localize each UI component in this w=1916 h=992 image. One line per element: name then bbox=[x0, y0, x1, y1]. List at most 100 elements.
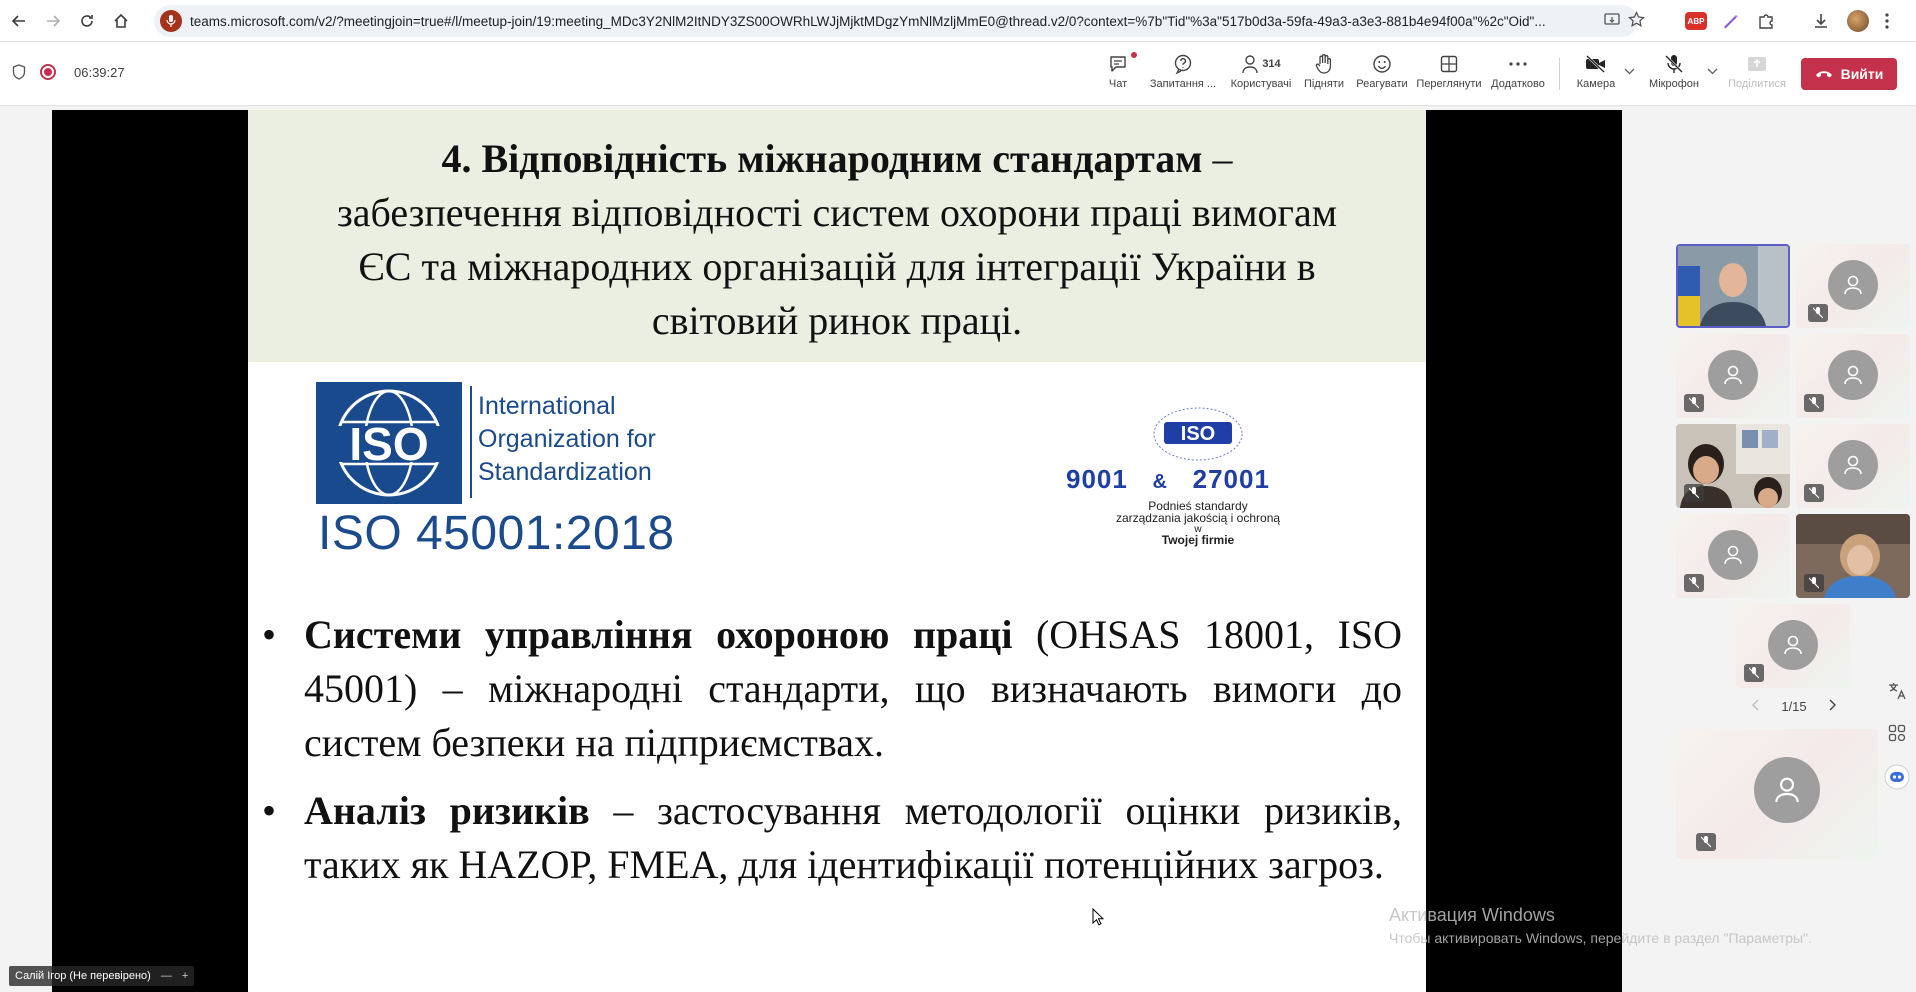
participant-tile[interactable] bbox=[1676, 424, 1790, 508]
apps-icon[interactable] bbox=[1882, 718, 1912, 748]
slide-title: 4. Відповідність міжнародним стандартам … bbox=[248, 110, 1426, 362]
reload-button[interactable] bbox=[70, 4, 104, 38]
iso-divider bbox=[470, 386, 472, 498]
questions-button[interactable]: Запитання ... bbox=[1146, 50, 1220, 100]
more-horizontal-icon bbox=[1509, 62, 1527, 66]
avatar bbox=[1828, 260, 1878, 310]
forward-button[interactable] bbox=[36, 4, 70, 38]
toolbar-divider bbox=[1559, 58, 1560, 90]
more-button[interactable]: Додатково bbox=[1490, 50, 1546, 100]
adblock-icon: ABP bbox=[1685, 12, 1707, 30]
install-app-icon[interactable] bbox=[1604, 13, 1620, 30]
reload-icon bbox=[81, 14, 93, 27]
view-button[interactable]: Переглянути bbox=[1416, 50, 1482, 100]
person-icon bbox=[1844, 365, 1862, 385]
react-label: Реагувати bbox=[1356, 78, 1408, 90]
camera-button[interactable]: Камера bbox=[1574, 50, 1618, 100]
address-bar[interactable]: teams.microsoft.com/v2/?meetingjoin=true… bbox=[154, 5, 1645, 37]
participant-video bbox=[1678, 246, 1788, 326]
pen-extension[interactable] bbox=[1721, 9, 1739, 33]
mic-options-chevron-icon[interactable] bbox=[1707, 66, 1718, 78]
people-button[interactable]: 314 Користувачі bbox=[1228, 50, 1294, 100]
participant-tile[interactable] bbox=[1796, 424, 1910, 508]
next-page-chevron-icon[interactable] bbox=[1828, 699, 1836, 714]
pen-icon bbox=[1724, 15, 1738, 29]
bullet-item: Аналіз ризиків – застосування методологі… bbox=[262, 784, 1402, 892]
profile-button[interactable] bbox=[1847, 9, 1869, 33]
back-button[interactable] bbox=[2, 4, 36, 38]
grid-view-icon bbox=[1440, 55, 1458, 73]
prev-page-chevron-icon[interactable] bbox=[1752, 699, 1760, 714]
minimize-icon[interactable]: — bbox=[161, 970, 172, 982]
slide-title-line3: ЄС та міжнародних організацій для інтегр… bbox=[358, 244, 1316, 289]
url-host: teams.microsoft.com bbox=[190, 13, 315, 29]
participant-tile[interactable] bbox=[1736, 604, 1850, 688]
home-icon bbox=[114, 13, 128, 28]
people-label: Користувачі bbox=[1230, 78, 1292, 90]
mic-off-icon bbox=[1804, 484, 1824, 502]
participant-tile-active-speaker[interactable] bbox=[1676, 244, 1790, 328]
extensions-button[interactable] bbox=[1757, 9, 1775, 33]
downloads-button[interactable] bbox=[1812, 9, 1830, 33]
mouse-cursor-icon bbox=[1092, 908, 1104, 926]
participant-tile[interactable] bbox=[1676, 334, 1790, 418]
chat-button[interactable]: Чат bbox=[1098, 50, 1138, 100]
person-icon bbox=[1844, 275, 1862, 295]
copilot-icon[interactable] bbox=[1882, 762, 1912, 792]
windows-activation-subtitle: Чтобы активировать Windows, перейдите в … bbox=[1389, 930, 1812, 946]
browser-menu-button[interactable] bbox=[1885, 9, 1889, 33]
presentation-slide: 4. Відповідність міжнародним стандартам … bbox=[248, 110, 1426, 992]
react-button[interactable]: Реагувати bbox=[1356, 50, 1408, 100]
chat-icon bbox=[1110, 56, 1126, 72]
avatar bbox=[1768, 620, 1818, 670]
kebab-menu-icon bbox=[1885, 13, 1889, 29]
mic-in-use-icon[interactable] bbox=[160, 10, 182, 32]
add-icon[interactable]: + bbox=[182, 970, 188, 982]
browser-toolbar: teams.microsoft.com/v2/?meetingjoin=true… bbox=[0, 0, 1916, 42]
person-icon bbox=[1844, 455, 1862, 475]
microphone-label: Мікрофон bbox=[1649, 78, 1699, 90]
camera-off-icon bbox=[1586, 55, 1605, 73]
avatar bbox=[1708, 350, 1758, 400]
person-icon bbox=[1242, 55, 1259, 74]
participant-tile[interactable] bbox=[1796, 514, 1910, 598]
home-button[interactable] bbox=[104, 4, 138, 38]
url-text[interactable]: teams.microsoft.com/v2/?meetingjoin=true… bbox=[190, 14, 1590, 29]
recording-icon bbox=[40, 64, 56, 80]
adblock-extension[interactable]: ABP bbox=[1685, 9, 1707, 33]
questions-label: Запитання ... bbox=[1149, 78, 1217, 90]
microphone-button[interactable]: Мікрофон bbox=[1644, 50, 1704, 100]
hang-up-icon bbox=[1815, 71, 1832, 78]
profile-avatar bbox=[1847, 10, 1869, 32]
gallery-page-indicator: 1/15 bbox=[1781, 699, 1807, 714]
iso-seal-icon: ISO bbox=[1153, 407, 1243, 461]
self-avatar bbox=[1754, 757, 1820, 823]
question-icon bbox=[1174, 54, 1192, 75]
mic-off-icon bbox=[1684, 574, 1704, 592]
share-button[interactable]: Поділитися bbox=[1724, 50, 1790, 100]
star-icon[interactable] bbox=[1628, 10, 1645, 31]
iso2-sub-line4: Twojej firmie bbox=[1161, 533, 1235, 547]
mic-off-icon bbox=[1744, 664, 1764, 682]
participant-tile[interactable] bbox=[1676, 514, 1790, 598]
arrow-right-icon bbox=[47, 14, 61, 27]
mic-off-icon bbox=[1804, 574, 1824, 592]
iso-seal-text: ISO bbox=[1181, 423, 1215, 445]
url-path: /v2/?meetingjoin=true#/l/meetup-join/19:… bbox=[314, 13, 1546, 29]
shield-icon bbox=[12, 64, 26, 80]
hand-icon bbox=[1315, 54, 1332, 74]
smiley-icon bbox=[1373, 55, 1391, 73]
chat-label: Чат bbox=[1108, 78, 1128, 90]
share-label: Поділитися bbox=[1728, 78, 1786, 90]
participant-tile[interactable] bbox=[1796, 244, 1910, 328]
iso2-sub-line2: zarządzania jakością i ochroną bbox=[1115, 511, 1281, 525]
translate-icon[interactable] bbox=[1882, 676, 1912, 706]
slide-bullets: Системи управління охороною праці (OHSAS… bbox=[262, 608, 1402, 906]
mic-off-icon bbox=[1684, 394, 1704, 412]
self-view-tile[interactable] bbox=[1676, 729, 1878, 859]
person-icon bbox=[1724, 365, 1742, 385]
participant-tile[interactable] bbox=[1796, 334, 1910, 418]
raise-hand-button[interactable]: Підняти bbox=[1302, 50, 1346, 100]
leave-button[interactable]: Вийти bbox=[1801, 58, 1897, 90]
camera-options-chevron-icon[interactable] bbox=[1624, 66, 1635, 78]
